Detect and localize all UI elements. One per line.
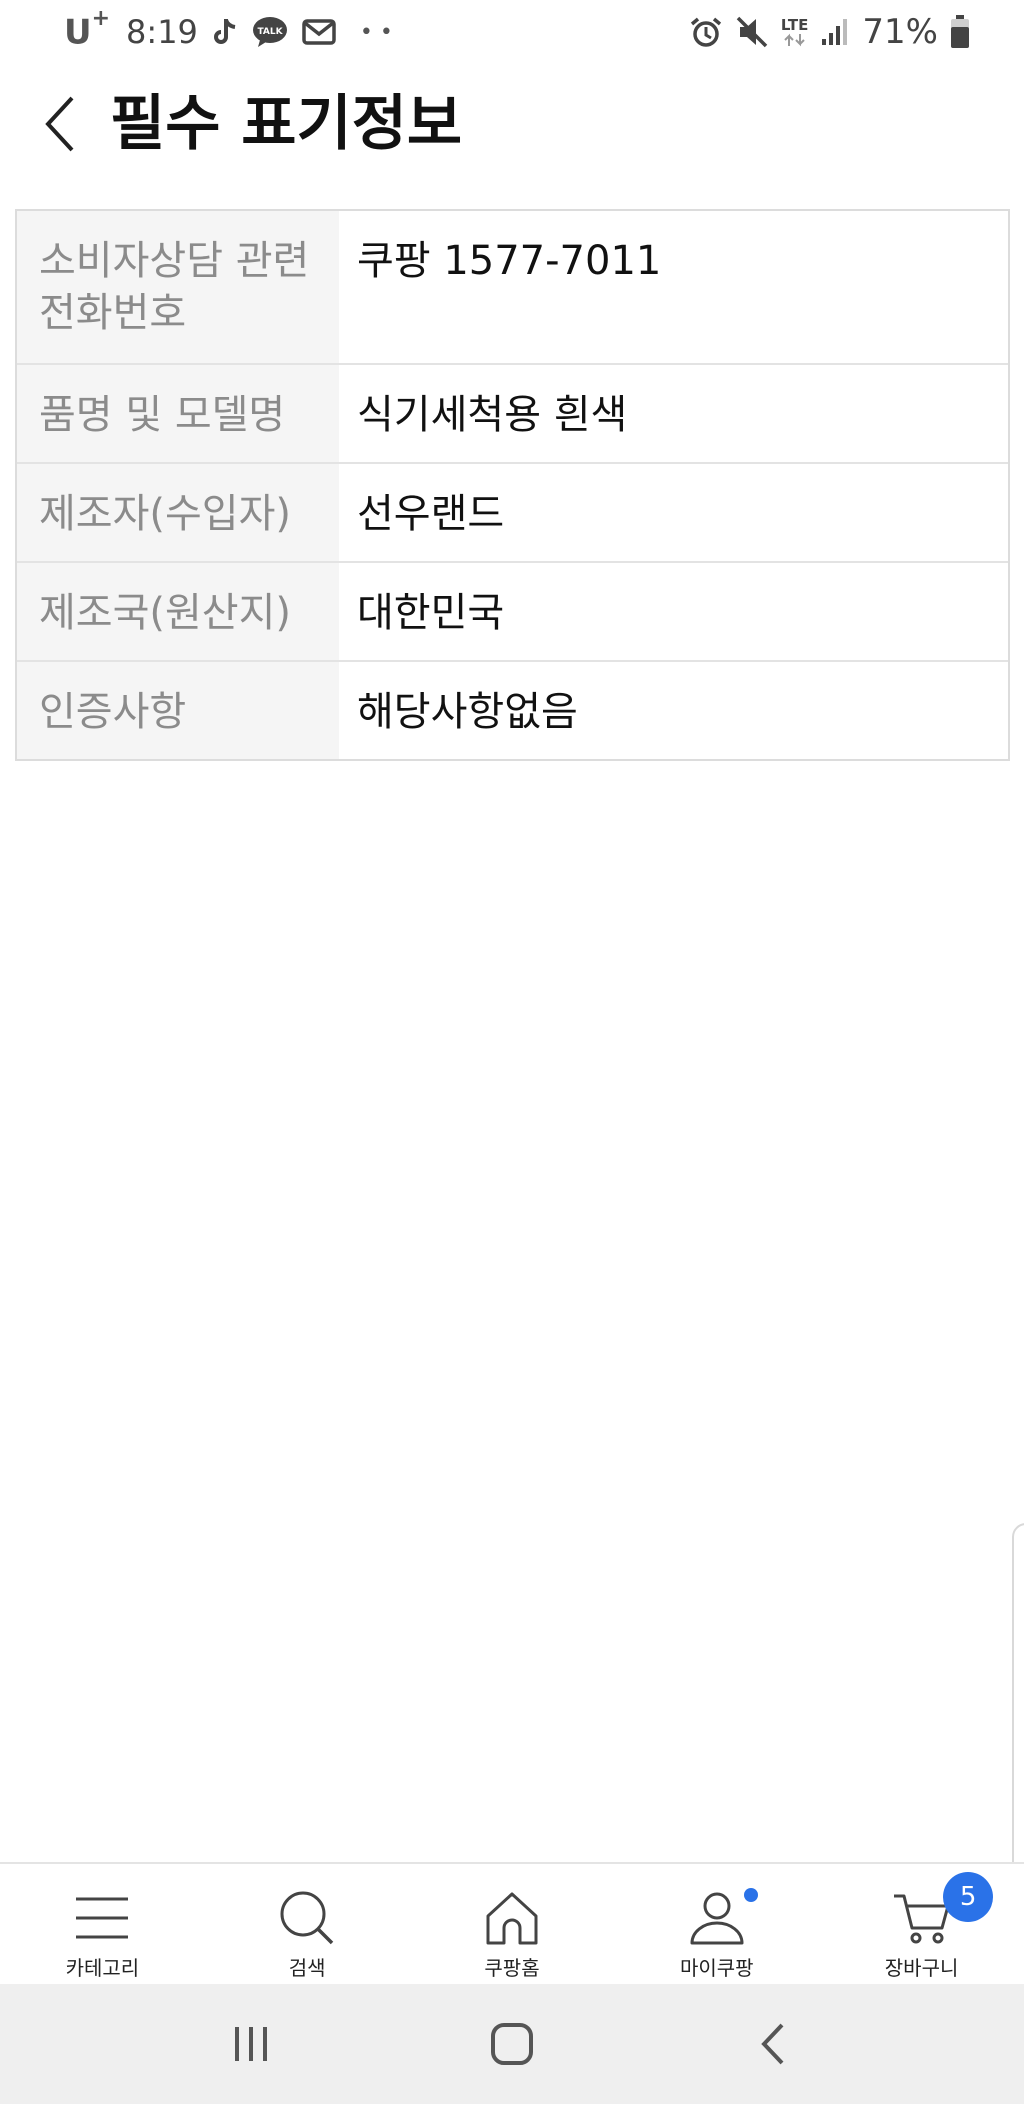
info-table: 소비자상담 관련 전화번호 쿠팡 1577-7011 품명 및 모델명 식기세척… bbox=[15, 209, 1010, 761]
recent-apps-icon bbox=[234, 2027, 267, 2061]
cart-count-badge: 5 bbox=[943, 1872, 994, 1922]
nav-label: 카테고리 bbox=[65, 1956, 140, 1980]
page-title: 필수 표기정보 bbox=[110, 89, 463, 159]
bottom-nav: 카테고리 검색 쿠팡홈 마이쿠팡 5 장바구니 bbox=[0, 1862, 1024, 1984]
back-button[interactable] bbox=[30, 82, 90, 166]
info-row: 제조국(원산지) 대한민국 bbox=[17, 561, 1008, 660]
mute-icon bbox=[735, 15, 769, 49]
carrier-label: U+ bbox=[64, 6, 110, 53]
status-left: U+ 8:19 TALK • • bbox=[64, 6, 393, 56]
back-arrow-icon bbox=[761, 2023, 784, 2065]
info-row: 품명 및 모델명 식기세척용 흰색 bbox=[17, 363, 1008, 462]
carrier-plus: + bbox=[91, 5, 111, 31]
signal-icon bbox=[820, 17, 850, 47]
svg-text:TALK: TALK bbox=[257, 27, 283, 37]
info-key: 인증사항 bbox=[17, 662, 339, 759]
notification-dot bbox=[744, 1888, 759, 1902]
nav-item-category[interactable]: 카테고리 bbox=[0, 1864, 205, 1984]
search-icon bbox=[279, 1890, 335, 1946]
system-nav-bar bbox=[0, 1984, 1024, 2104]
header: 필수 표기정보 bbox=[0, 64, 1024, 184]
chevron-left-icon bbox=[45, 96, 74, 152]
info-value: 식기세척용 흰색 bbox=[339, 365, 1008, 462]
info-key: 제조자(수입자) bbox=[17, 464, 339, 561]
alarm-icon bbox=[689, 15, 723, 49]
info-key: 제조국(원산지) bbox=[17, 563, 339, 660]
nav-label: 장바구니 bbox=[884, 1956, 959, 1980]
talk-icon: TALK bbox=[252, 16, 288, 48]
nav-label: 쿠팡홈 bbox=[484, 1956, 540, 1980]
info-key: 소비자상담 관련 전화번호 bbox=[17, 211, 339, 363]
system-back-button[interactable] bbox=[713, 2004, 833, 2084]
network-label: LTE bbox=[780, 15, 809, 34]
info-row: 소비자상담 관련 전화번호 쿠팡 1577-7011 bbox=[17, 211, 1008, 363]
mail-icon bbox=[302, 18, 336, 46]
nav-item-mycoupang[interactable]: 마이쿠팡 bbox=[614, 1864, 819, 1984]
nav-item-home[interactable]: 쿠팡홈 bbox=[410, 1864, 615, 1984]
nav-label: 검색 bbox=[288, 1956, 326, 1980]
battery-icon bbox=[950, 15, 970, 49]
nav-item-search[interactable]: 검색 bbox=[205, 1864, 410, 1984]
carrier-text: U bbox=[64, 12, 92, 53]
battery-percent: 71% bbox=[862, 12, 938, 52]
home-square-icon bbox=[490, 2023, 533, 2065]
status-time: 8:19 bbox=[126, 13, 198, 51]
info-value: 선우랜드 bbox=[339, 464, 1008, 561]
person-icon bbox=[689, 1890, 745, 1946]
info-value: 해당사항없음 bbox=[339, 662, 1008, 759]
status-right: LTE 71% bbox=[689, 8, 970, 56]
info-key: 품명 및 모델명 bbox=[17, 365, 339, 462]
status-bar: U+ 8:19 TALK • • LTE 71% bbox=[0, 0, 1024, 64]
nav-item-cart[interactable]: 5 장바구니 bbox=[819, 1864, 1024, 1984]
info-value: 대한민국 bbox=[339, 563, 1008, 660]
home-icon bbox=[484, 1890, 540, 1946]
tiktok-icon bbox=[212, 17, 238, 47]
home-button[interactable] bbox=[452, 2004, 572, 2084]
info-value: 쿠팡 1577-7011 bbox=[339, 211, 1008, 363]
more-notifications: • • bbox=[359, 19, 393, 45]
recent-apps-button[interactable] bbox=[191, 2004, 311, 2084]
lte-icon: LTE bbox=[780, 15, 809, 47]
info-row: 제조자(수입자) 선우랜드 bbox=[17, 462, 1008, 561]
nav-label: 마이쿠팡 bbox=[679, 1956, 754, 1980]
info-row: 인증사항 해당사항없음 bbox=[17, 660, 1008, 759]
menu-icon bbox=[74, 1890, 130, 1946]
